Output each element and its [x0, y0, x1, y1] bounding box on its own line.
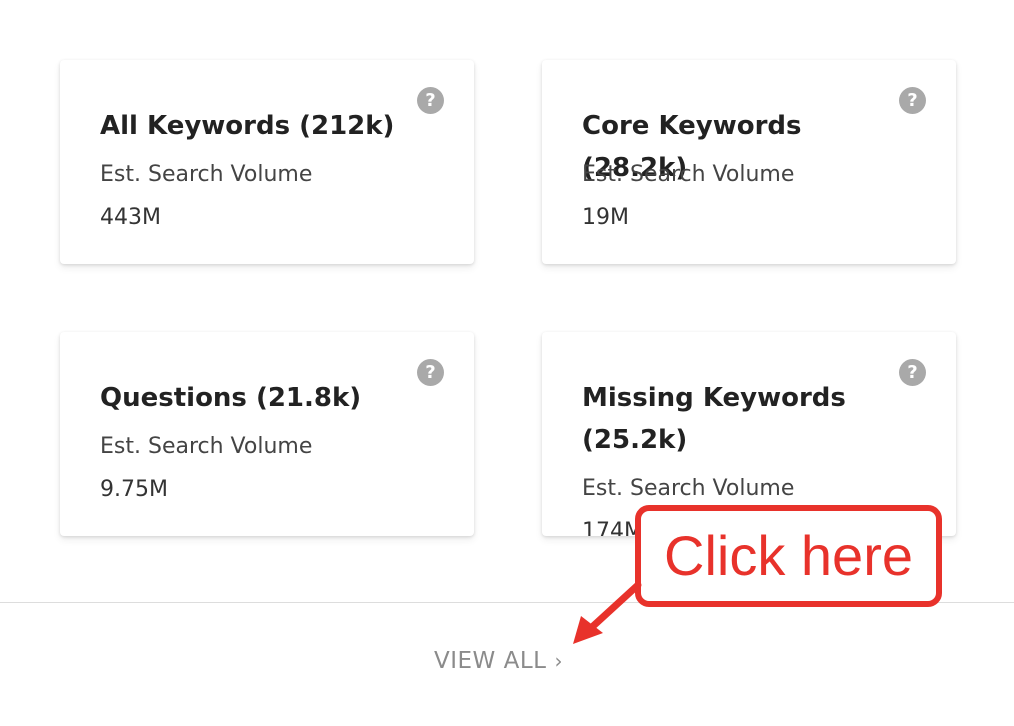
card-title: Questions (21.8k) — [100, 383, 362, 413]
help-icon[interactable]: ? — [899, 87, 926, 114]
view-all-label: VIEW ALL — [434, 648, 547, 674]
card-title: All Keywords (212k) — [100, 111, 395, 141]
card-value: 9.75M — [100, 477, 168, 502]
help-icon[interactable]: ? — [899, 359, 926, 386]
card-label: Est. Search Volume — [582, 476, 795, 501]
card-value: 443M — [100, 205, 161, 230]
card-title: Missing Keywords (25.2k) — [582, 383, 846, 455]
keyword-card-all[interactable]: All Keywords (212k) ? Est. Search Volume… — [60, 60, 474, 264]
card-value: 174M — [582, 519, 643, 536]
card-label: Est. Search Volume — [100, 434, 313, 459]
click-here-callout: Click here — [635, 505, 942, 607]
callout-text: Click here — [664, 524, 913, 587]
help-icon[interactable]: ? — [417, 87, 444, 114]
keyword-card-questions[interactable]: Questions (21.8k) ? Est. Search Volume 9… — [60, 332, 474, 536]
view-all-link[interactable]: VIEW ALL › — [434, 648, 563, 674]
card-label: Est. Search Volume — [582, 162, 795, 187]
keyword-card-core[interactable]: Core Keywords (28.2k) ? Est. Search Volu… — [542, 60, 956, 264]
card-value: 19M — [582, 205, 629, 230]
card-label: Est. Search Volume — [100, 162, 313, 187]
chevron-right-icon: › — [554, 649, 563, 673]
help-icon[interactable]: ? — [417, 359, 444, 386]
